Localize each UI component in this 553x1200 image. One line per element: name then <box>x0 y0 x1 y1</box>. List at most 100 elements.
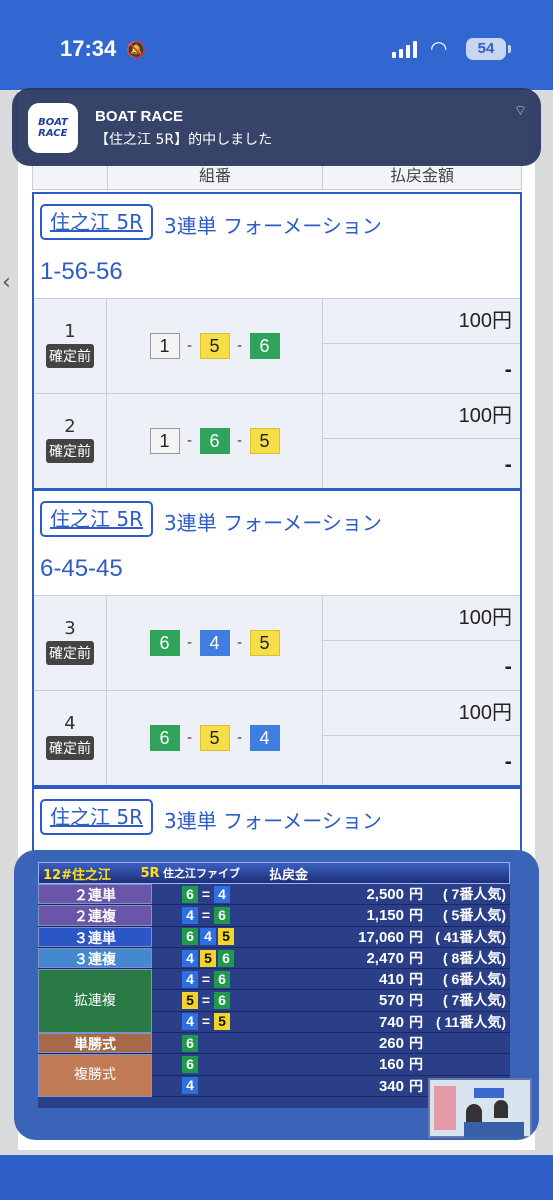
bet-type-label: ２連複 <box>38 905 152 926</box>
push-notification[interactable]: BOAT RACE BOAT RACE 【住之江 5R】的中しました ⌔ <box>12 88 541 166</box>
board-title: 住之江ファイブ <box>163 867 240 880</box>
battery-icon: 54 <box>466 38 511 60</box>
row-number: 4 <box>64 713 76 734</box>
logo-text: BOAT <box>38 117 68 128</box>
payout-value: 260 <box>378 1035 404 1053</box>
bet-type: 3連単 フォーメーション <box>164 214 382 238</box>
table-row: 3 確定前 6- 4- 5 100円 - <box>34 595 520 690</box>
bet-amount: 100円 <box>323 394 520 439</box>
row-number: 3 <box>64 618 76 639</box>
bet-type: 3連単 フォーメーション <box>164 809 382 833</box>
payout-value: 160 <box>378 1056 404 1074</box>
row-number: 2 <box>64 416 76 437</box>
picture-in-picture-video[interactable]: 12#住之江 5R 住之江ファイブ 払戻金 ２連単 6 = 4 2,500 円 ( … <box>14 850 539 1140</box>
board-row: ２連単 6 = 4 2,500 円 ( 7番人気) <box>38 884 510 906</box>
chevron-left-icon[interactable]: ‹ <box>2 270 11 295</box>
winning-boats: 645 <box>152 927 286 947</box>
boat-combination: 1- 6- 5 <box>107 394 323 488</box>
winning-boats: 4 = 5 <box>152 1012 286 1032</box>
bet-combination: 6-45-45 <box>40 555 123 582</box>
winning-boats: 4 = 6 <box>152 905 286 925</box>
yen-unit: 円 <box>409 949 423 966</box>
boat-combination: 1- 5- 6 <box>107 299 323 393</box>
payout-value: 17,060 <box>358 928 404 946</box>
boat-number: 6 <box>149 630 180 656</box>
board-row: 4 = 5 740 円 ( 11番人気) <box>152 1012 510 1034</box>
venue-race-link[interactable]: 住之江 5R <box>40 501 153 537</box>
payout-value: 2,500 <box>366 886 404 903</box>
boat-race-app-icon: BOAT RACE <box>28 103 78 153</box>
notification-app-name: BOAT RACE <box>95 108 184 125</box>
board-row: 6 160 円 <box>152 1054 510 1076</box>
board-row: ２連複 4 = 6 1,150 円 ( 5番人気) <box>38 905 510 927</box>
status-badge: 確定前 <box>46 344 94 368</box>
board-venue: 12#住之江 <box>43 867 111 883</box>
winning-boats: 4 <box>152 1076 286 1096</box>
popularity: ( 41番人気) <box>435 928 506 945</box>
yen-unit: 円 <box>409 1013 423 1030</box>
notification-message: 【住之江 5R】的中しました <box>95 132 273 148</box>
popularity <box>428 1054 510 1074</box>
boat-combination: 6- 5- 4 <box>107 691 323 785</box>
boat-number: 4 <box>249 725 280 751</box>
yen-unit: 円 <box>409 1056 423 1073</box>
bet-amount: 100円 <box>323 299 520 344</box>
studio-camera-inset <box>428 1078 532 1138</box>
bet-combination: 1-56-56 <box>40 258 123 285</box>
payout-results-board: 12#住之江 5R 住之江ファイブ 払戻金 ２連単 6 = 4 2,500 円 ( … <box>38 862 510 1108</box>
boat-number: 5 <box>199 725 230 751</box>
board-row: ３連単 645 17,060 円 ( 41番人気) <box>38 926 510 948</box>
bet-type-label: 複勝式 <box>38 1054 152 1097</box>
board-row: ３連複 456 2,470 円 ( 8番人気) <box>38 947 510 970</box>
winning-boats: 6 <box>152 1054 286 1074</box>
bet-type-label: ３連単 <box>38 926 152 947</box>
table-header: 組番 払戻金額 <box>32 162 522 190</box>
venue-race-link[interactable]: 住之江 5R <box>40 204 153 240</box>
bet-amount: 100円 <box>323 596 520 641</box>
table-row: 2 確定前 1- 6- 5 100円 - <box>34 393 520 488</box>
bet-type: 3連単 フォーメーション <box>164 511 382 535</box>
bet-block: 住之江 5R 3連単 フォーメーション <box>32 787 522 857</box>
popularity: ( 8番人気) <box>443 949 506 966</box>
board-header: 12#住之江 5R 住之江ファイブ 払戻金 <box>38 862 510 884</box>
yen-unit: 円 <box>409 1077 423 1094</box>
boat-number: 5 <box>199 333 230 359</box>
status-badge: 確定前 <box>46 641 94 665</box>
logo-text: RACE <box>38 128 68 139</box>
table-row: 4 確定前 6- 5- 4 100円 - <box>34 690 520 785</box>
bottom-bar <box>0 1155 553 1200</box>
header-payout: 払戻金額 <box>389 166 454 185</box>
yen-unit: 円 <box>409 1035 423 1052</box>
wifi-icon: ⌔ <box>513 103 527 119</box>
bet-amount: 100円 <box>323 691 520 736</box>
bet-type-label: ３連複 <box>38 947 152 969</box>
boat-number: 1 <box>149 333 180 359</box>
payout-value: 410 <box>378 971 404 989</box>
wide-group: 拡連複 4 = 6 410 円 ( 6番人気) 5 = 6 570 円 ( 7番人気) … <box>38 969 510 1034</box>
bet-block: 住之江 5R 3連単 フォーメーション 1-56-56 1 確定前 1- 5- 6… <box>32 192 522 490</box>
winning-boats: 6 <box>152 1033 286 1053</box>
bet-type-label: 単勝式 <box>38 1033 152 1054</box>
bet-type-label: ２連単 <box>38 884 152 905</box>
boat-number: 4 <box>199 630 230 656</box>
board-row: 4 = 6 410 円 ( 6番人気) <box>152 969 510 991</box>
bet-type-label: 拡連複 <box>38 969 152 1034</box>
payout-value: 740 <box>378 1013 404 1031</box>
payout-amount: - <box>504 752 512 773</box>
venue-race-link[interactable]: 住之江 5R <box>40 799 153 835</box>
boat-number: 5 <box>249 630 280 656</box>
cellular-signal-icon <box>392 40 417 58</box>
boat-number: 6 <box>149 725 180 751</box>
status-time: 17:34 <box>60 36 117 61</box>
yen-unit: 円 <box>409 907 423 924</box>
payout-amount: - <box>504 360 512 381</box>
boat-number: 5 <box>249 428 280 454</box>
payout-value: 570 <box>378 992 404 1010</box>
status-bar: 17:34 🔕 ◠ 54 <box>0 0 553 90</box>
popularity: ( 7番人気) <box>443 992 506 1009</box>
popularity: ( 5番人気) <box>443 907 506 924</box>
board-row: 5 = 6 570 円 ( 7番人気) <box>152 990 510 1012</box>
boat-number: 6 <box>199 428 230 454</box>
winning-boats: 6 = 4 <box>152 884 286 904</box>
payout-value: 340 <box>378 1077 404 1095</box>
